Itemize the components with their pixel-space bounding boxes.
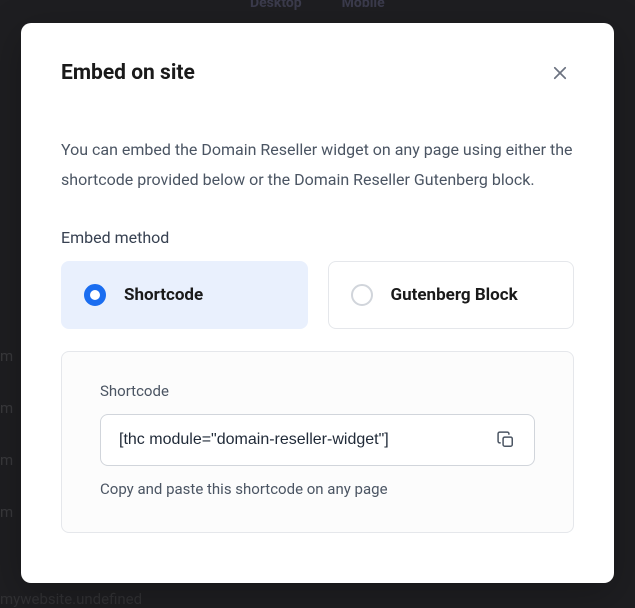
radio-icon [84,284,106,306]
shortcode-panel: Shortcode Copy and paste this shortcode … [61,351,574,533]
option-shortcode-label: Shortcode [124,285,203,305]
embed-modal: Embed on site You can embed the Domain R… [21,23,614,583]
radio-icon [351,284,373,306]
embed-method-label: Embed method [61,228,574,247]
embed-method-options: Shortcode Gutenberg Block [61,261,574,329]
option-shortcode[interactable]: Shortcode [61,261,308,329]
modal-title: Embed on site [61,61,195,85]
shortcode-help-text: Copy and paste this shortcode on any pag… [100,480,535,498]
close-button[interactable] [546,59,574,87]
copy-icon [496,430,516,450]
option-gutenberg-label: Gutenberg Block [391,285,518,305]
shortcode-input-row [100,414,535,466]
copy-button[interactable] [492,426,520,454]
modal-header: Embed on site [61,59,574,87]
close-icon [551,64,569,82]
shortcode-label: Shortcode [100,382,535,400]
modal-description: You can embed the Domain Reseller widget… [61,135,574,194]
shortcode-input[interactable] [119,431,492,449]
option-gutenberg[interactable]: Gutenberg Block [328,261,575,329]
